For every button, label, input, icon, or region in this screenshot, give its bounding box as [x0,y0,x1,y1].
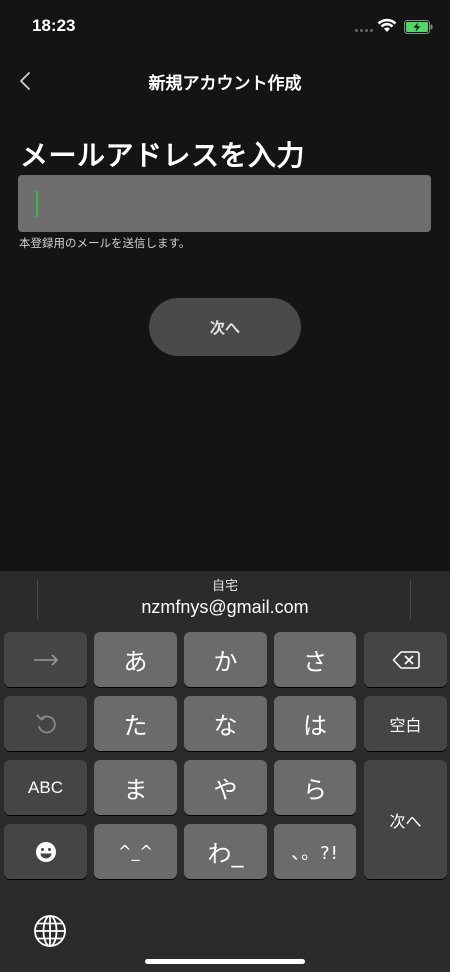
text-cursor [36,191,38,217]
key-label: わ_ [207,840,244,868]
key-label: な [213,712,238,740]
suggestion-divider [37,579,38,619]
globe-key[interactable] [28,909,72,953]
key-ha[interactable]: は [274,696,356,751]
key-a[interactable]: あ [94,632,177,687]
keyboard: 自宅 nzmfnys@gmail.com あ か さ た な は 空白 ABC … [0,571,450,972]
key-ya[interactable]: や [184,760,267,815]
wifi-icon [377,18,397,32]
suggestion-label: 自宅 [211,579,238,594]
key-label: ABC [28,777,63,797]
key-label: ^_^ [118,842,153,861]
key-ma[interactable]: ま [94,760,177,815]
email-input[interactable] [18,175,431,232]
delete-icon [392,650,420,669]
key-label: あ [123,648,148,676]
key-kaomoji[interactable]: ^_^ [94,824,177,879]
key-label: さ [303,648,327,676]
undo-icon [35,713,56,733]
email-suggestion[interactable]: 自宅 nzmfnys@gmail.com [100,579,350,619]
key-label: ま [123,776,148,804]
key-label: や [213,776,238,804]
next-button[interactable]: 次へ [149,298,301,356]
arrow-right-icon [33,653,58,666]
enter-key[interactable]: 次へ [364,760,447,879]
suggestion-divider [410,579,411,619]
nav-bar: 新規アカウント作成 [0,56,450,106]
abc-key[interactable]: ABC [4,760,87,815]
battery-icon [404,20,433,34]
signal-strength-icon [355,29,373,32]
key-label: ら [303,776,327,804]
status-time: 18:23 [32,16,76,35]
status-bar: 18:23 [0,0,450,56]
key-ka[interactable]: か [184,632,267,687]
key-wa[interactable]: わ_ [184,824,267,879]
key-label: か [213,648,238,676]
home-indicator[interactable] [145,959,305,964]
key-label: 、。?! [291,842,339,864]
key-ra[interactable]: ら [274,760,356,815]
key-label: 次へ [389,811,422,831]
page-title: 新規アカウント作成 [148,74,302,94]
space-key[interactable]: 空白 [364,696,447,751]
key-label: た [123,712,148,740]
key-ta[interactable]: た [94,696,177,751]
emoji-icon [35,841,56,862]
undo-key[interactable] [4,696,87,751]
helper-text: 本登録用のメールを送信します。 [19,236,191,250]
key-label: 空白 [389,715,422,735]
key-label: は [303,712,327,740]
arrow-right-key[interactable] [4,632,87,687]
emoji-key[interactable] [4,824,87,879]
email-heading: メールアドレスを入力 [20,139,306,172]
key-sa[interactable]: さ [274,632,356,687]
key-na[interactable]: な [184,696,267,751]
next-button-label: 次へ [209,318,240,337]
delete-key[interactable] [364,632,447,687]
key-punctuation[interactable]: 、。?! [274,824,356,879]
suggestion-value: nzmfnys@gmail.com [141,597,309,617]
suggestion-bar: 自宅 nzmfnys@gmail.com [0,571,450,627]
globe-icon [34,915,66,947]
